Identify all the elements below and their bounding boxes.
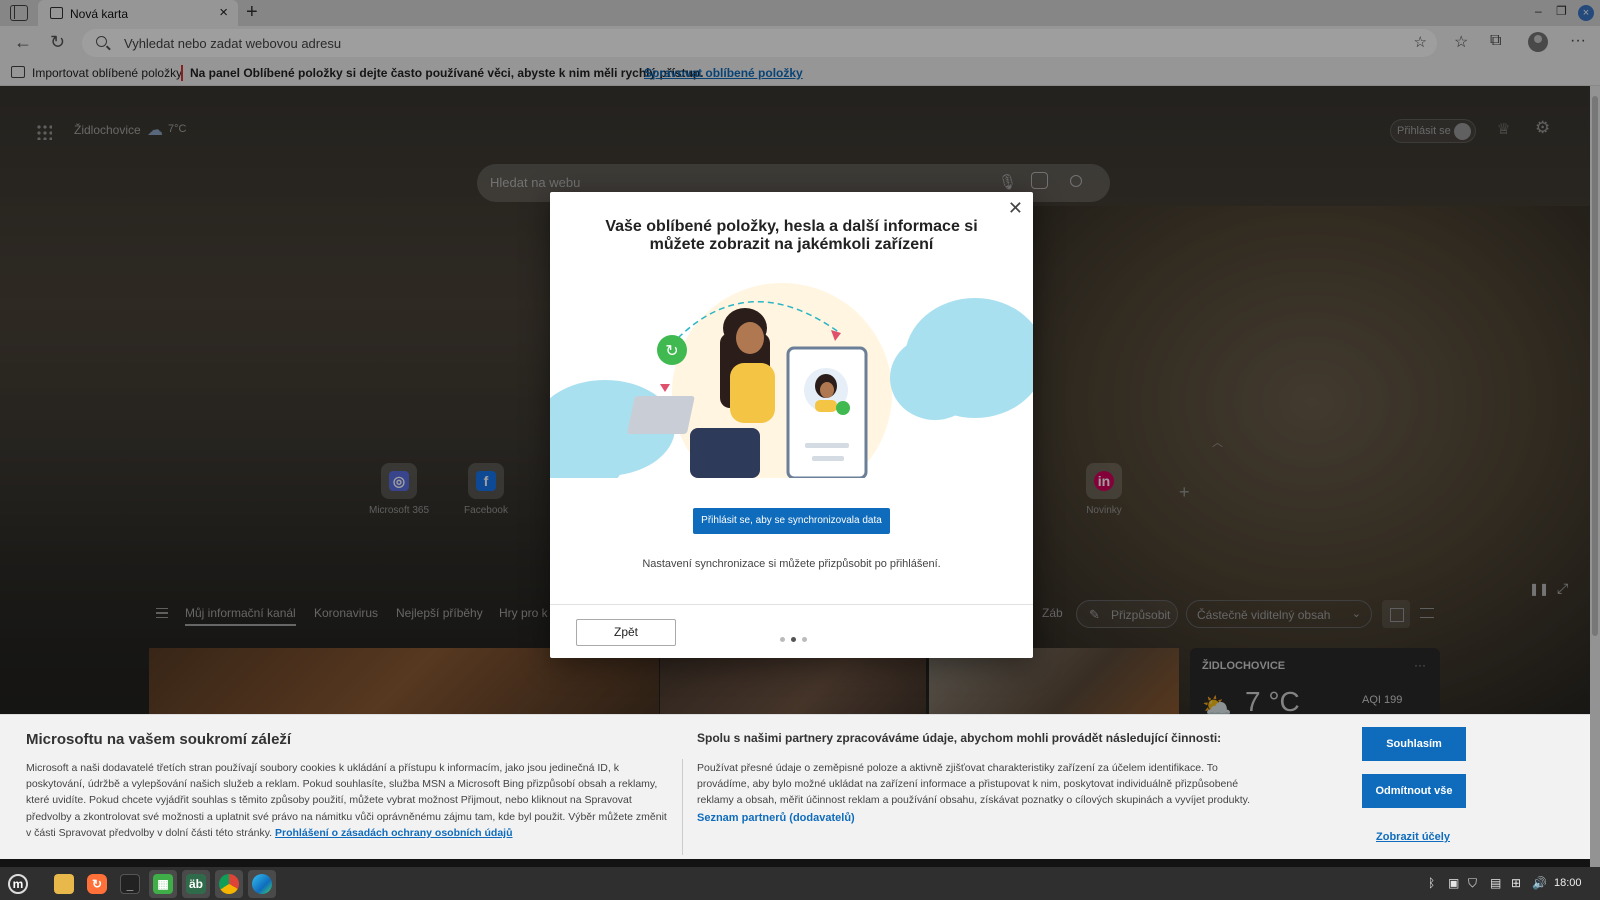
consent-purposes-title: Spolu s našimi partnery zpracováváme úda…: [697, 731, 1222, 745]
svg-text:↻: ↻: [665, 341, 678, 360]
taskbar-files[interactable]: [50, 870, 78, 898]
taskbar-terminal[interactable]: _: [116, 870, 144, 898]
consent-purposes-text: Používat přesné údaje o zeměpisné poloze…: [697, 762, 1251, 807]
step-dot: [802, 637, 807, 642]
volume-icon[interactable]: 🔊: [1532, 876, 1547, 890]
privacy-consent-banner: Microsoftu na vašem soukromí záleží Micr…: [0, 714, 1590, 859]
divider: [682, 759, 683, 855]
step-dot-active: [791, 637, 796, 642]
consent-title: Microsoftu na vašem soukromí záleží: [26, 731, 292, 748]
reject-all-button[interactable]: Odmítnout vše: [1362, 774, 1466, 808]
sync-dialog: ✕ Vaše oblíbené položky, hesla a další i…: [550, 192, 1033, 658]
taskbar: m ↻ _ ▦ äb ᛒ ▣ ⛉ ▤ ⊞ 🔊 18:00: [0, 867, 1600, 900]
divider: [550, 604, 1033, 605]
taskbar-edge[interactable]: [248, 870, 276, 898]
network-icon[interactable]: ⊞: [1511, 876, 1521, 890]
step-indicator: [780, 631, 820, 642]
show-purposes-link[interactable]: Zobrazit účely: [1376, 831, 1450, 843]
clock[interactable]: 18:00: [1554, 877, 1582, 889]
accept-button[interactable]: Souhlasím: [1362, 727, 1466, 761]
taskbar-character-map[interactable]: äb: [182, 870, 210, 898]
start-menu-button[interactable]: m: [4, 870, 32, 898]
taskbar-spreadsheet[interactable]: ▦: [149, 870, 177, 898]
close-icon[interactable]: ✕: [1008, 198, 1023, 219]
chrome-icon: [219, 874, 239, 894]
consent-text: Microsoft a naši dodavatelé třetích stra…: [26, 760, 670, 841]
taskbar-chrome[interactable]: [215, 870, 243, 898]
spreadsheet-icon: ▦: [153, 874, 173, 894]
bluetooth-icon[interactable]: ᛒ: [1428, 876, 1435, 890]
files-icon: [54, 874, 74, 894]
back-button[interactable]: Zpět: [576, 619, 676, 646]
clipboard-icon[interactable]: ▣: [1448, 876, 1459, 890]
signin-sync-button[interactable]: Přihlásit se, aby se synchronizovala dat…: [693, 508, 890, 534]
shield-icon[interactable]: ⛉: [1468, 876, 1477, 891]
edge-icon: [252, 874, 272, 894]
sync-illustration: ↻: [550, 283, 1033, 478]
privacy-statement-link[interactable]: Prohlášení o zásadách ochrany osobních ú…: [275, 827, 512, 839]
character-map-icon: äb: [186, 874, 206, 894]
dialog-subtitle: Nastavení synchronizace si můžete přizpů…: [642, 558, 941, 570]
taskbar-firefox[interactable]: ↻: [83, 870, 111, 898]
firefox-icon: ↻: [87, 874, 107, 894]
partners-list-link[interactable]: Seznam partnerů (dodavatelů): [697, 812, 855, 824]
menu-icon: m: [8, 874, 28, 894]
update-icon[interactable]: ▤: [1490, 876, 1501, 890]
step-dot: [780, 637, 785, 642]
terminal-icon: _: [120, 874, 140, 894]
dialog-title: Vaše oblíbené položky, hesla a další inf…: [605, 218, 978, 253]
